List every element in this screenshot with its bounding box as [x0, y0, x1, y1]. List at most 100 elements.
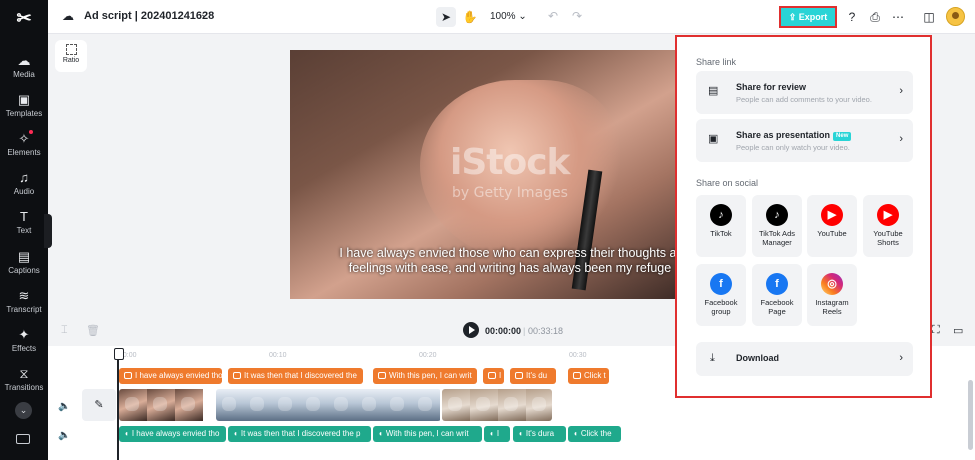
notification-dot [29, 130, 33, 134]
sidebar-item-transcript[interactable]: ≋ Transcript [0, 287, 48, 325]
video-track-volume-icon[interactable]: 🔈 [58, 401, 70, 412]
zoom-level[interactable]: 100% ⌄ [490, 11, 527, 22]
sidebar-item-text[interactable]: T Text [0, 208, 48, 246]
more-options-icon[interactable]: ⋯ [890, 9, 906, 25]
sidebar-item-transitions[interactable]: ⧖ Transitions [0, 365, 48, 403]
edit-cover-icon[interactable]: ✎ [82, 389, 116, 421]
captions-icon: ▤ [17, 249, 31, 264]
ratio-button[interactable]: Ratio [55, 40, 87, 72]
audio-clip[interactable]: ◖ Click the [568, 426, 621, 442]
audio-clip[interactable]: ◖ I [484, 426, 510, 442]
facebook-icon: f [710, 273, 732, 295]
share-as-presentation-button[interactable]: ▣ Share as presentation New People can on… [696, 119, 913, 162]
text-clip[interactable]: I [483, 368, 504, 384]
keyboard-shortcuts-icon[interactable] [16, 434, 30, 444]
audio-clip-label: It was then that I discovered the p [240, 429, 361, 438]
undo-icon[interactable]: ↶ [548, 9, 558, 23]
playhead[interactable] [114, 348, 124, 460]
sidebar-item-label: Templates [5, 109, 43, 118]
sidebar-item-effects[interactable]: ✦ Effects [0, 326, 48, 364]
capcut-logo-icon: ✂ [16, 8, 32, 28]
text-clip-icon [488, 372, 496, 379]
select-tool-icon[interactable]: ➤ [436, 7, 456, 27]
audio-clip-label: With this pen, I can writ [385, 429, 469, 438]
templates-icon: ▣ [17, 92, 31, 107]
tiktok-share-button[interactable]: ♪ TikTok [696, 195, 746, 257]
audio-clip[interactable]: ◖ With this pen, I can writ [373, 426, 482, 442]
share-for-review-button[interactable]: ▤ Share for review People can add commen… [696, 71, 913, 114]
social-label: YouTube Shorts [873, 229, 903, 247]
share-presentation-title: Share as presentation New [736, 130, 852, 141]
voice-icon: ◖ [124, 429, 129, 438]
text-clip-label: It was then that I discovered the [244, 371, 357, 380]
cloud-sync-icon[interactable]: ☁ [62, 9, 77, 24]
audio-clip[interactable]: ◖ It's dura [513, 426, 566, 442]
media-icon: ☁ [17, 53, 31, 68]
download-button[interactable]: ⤓ Download › [696, 342, 913, 376]
sidebar-item-audio[interactable]: ♫ Audio [0, 169, 48, 207]
comment-icon[interactable]: ▭ [953, 324, 963, 337]
video-thumbnail [412, 389, 440, 421]
sidebar-item-label: Media [13, 70, 35, 79]
avatar[interactable] [946, 7, 965, 26]
project-title[interactable]: Ad script | 202401241628 [84, 10, 214, 22]
panel-layout-icon[interactable]: ◫ [921, 9, 937, 25]
social-label: TikTok [710, 229, 732, 238]
tiktok-ads-icon: ♪ [766, 204, 788, 226]
video-clip[interactable] [442, 389, 552, 421]
audio-clip-label: I have always envied tho [131, 429, 220, 438]
text-clip-icon [378, 372, 386, 379]
chevron-right-icon: › [899, 85, 903, 97]
text-clip-label: I [499, 371, 502, 380]
audio-clip-label: I [496, 429, 500, 438]
video-thumbnail [216, 389, 244, 421]
split-icon[interactable]: ⌶ [61, 324, 68, 337]
total-time: 00:33:18 [528, 326, 564, 336]
share-review-desc: People can add comments to your video. [736, 95, 872, 104]
text-clip[interactable]: Click t [568, 368, 609, 384]
video-subtitle[interactable]: I have always envied those who can expre… [330, 246, 680, 276]
chevron-down-icon[interactable]: ⌄ [200, 9, 208, 20]
audio-clip-label: It's dura [525, 429, 555, 438]
share-presentation-desc: People can only watch your video. [736, 143, 850, 152]
timeline-scrollbar[interactable] [968, 380, 973, 450]
help-icon[interactable]: ? [844, 9, 860, 25]
delete-icon[interactable]: 🗑 [86, 324, 100, 337]
video-thumbnail [498, 389, 526, 421]
text-clip[interactable]: It was then that I discovered the [228, 368, 363, 384]
video-thumbnail [147, 389, 175, 421]
time-separator: | [523, 326, 526, 336]
play-button[interactable] [463, 322, 479, 338]
subtitle-line-1: I have always envied those who can expre… [339, 246, 680, 260]
sidebar-collapse-handle[interactable] [44, 214, 52, 248]
youtube-shorts-icon: ▶ [877, 204, 899, 226]
instagram-reels-share-button[interactable]: ◎ Instagram Reels [807, 264, 857, 326]
text-clip[interactable]: I have always envied tho [119, 368, 222, 384]
audio-track-volume-icon[interactable]: 🔈 [58, 430, 70, 441]
export-button[interactable]: ⇪ Export [779, 6, 837, 28]
video-clip[interactable] [216, 389, 441, 421]
hand-tool-icon[interactable]: ✋ [460, 7, 480, 27]
text-clip[interactable]: With this pen, I can writ [373, 368, 477, 384]
print-icon[interactable]: ⎙ [867, 9, 883, 25]
video-clip[interactable] [119, 389, 215, 421]
presentation-icon: ▣ [708, 133, 719, 145]
facebook-page-share-button[interactable]: f Facebook Page [752, 264, 802, 326]
sidebar-item-captions[interactable]: ▤ Captions [0, 248, 48, 286]
text-clip[interactable]: It's du [510, 368, 556, 384]
audio-clip[interactable]: ◖ It was then that I discovered the p [228, 426, 371, 442]
fullscreen-icon[interactable]: ⛶ [932, 324, 940, 337]
sidebar-more-icon[interactable]: ⌄ [15, 402, 32, 419]
youtube-shorts-share-button[interactable]: ▶ YouTube Shorts [863, 195, 913, 257]
video-preview[interactable]: iStock by Getty Images I have always env… [290, 50, 680, 299]
text-clip-icon [573, 372, 581, 379]
audio-clip[interactable]: ◖ I have always envied tho [119, 426, 226, 442]
sidebar-item-media[interactable]: ☁ Media [0, 52, 48, 90]
sidebar-item-templates[interactable]: ▣ Templates [0, 91, 48, 129]
redo-icon[interactable]: ↷ [572, 9, 582, 23]
chevron-right-icon: › [899, 133, 903, 145]
facebook-group-share-button[interactable]: f Facebook group [696, 264, 746, 326]
sidebar-item-elements[interactable]: ✧ Elements [0, 130, 48, 168]
tiktok-ads-manager-share-button[interactable]: ♪ TikTok Ads Manager [752, 195, 802, 257]
youtube-share-button[interactable]: ▶ YouTube [807, 195, 857, 257]
